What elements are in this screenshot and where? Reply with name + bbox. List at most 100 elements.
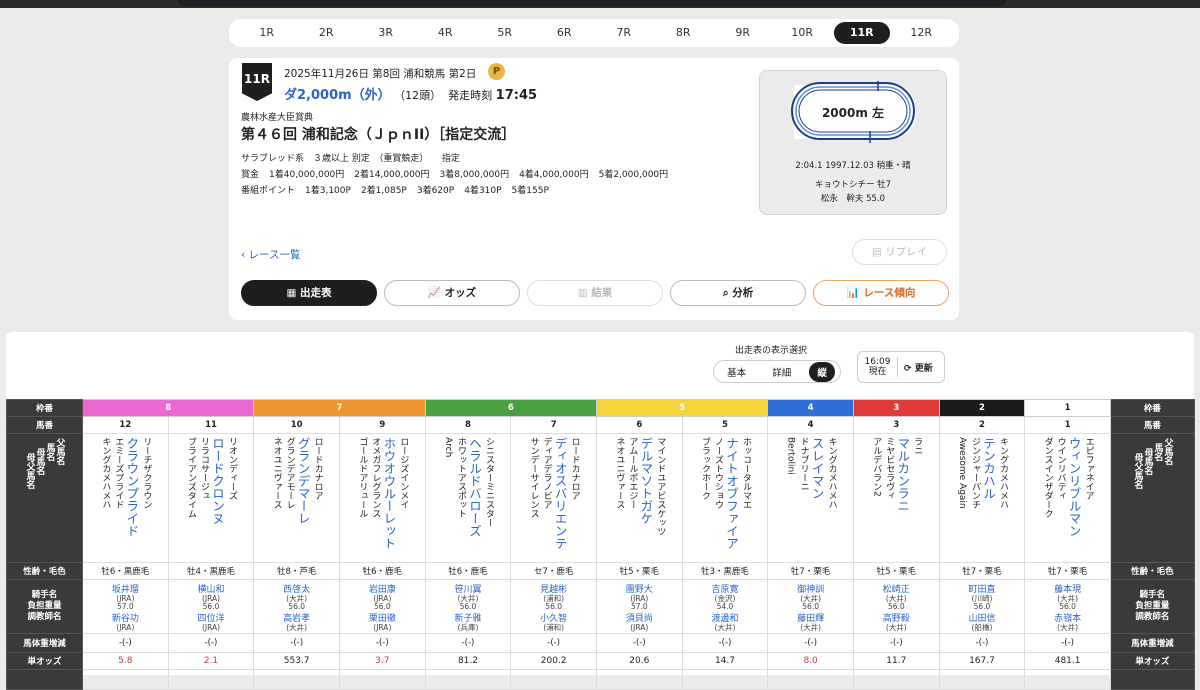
race-tab-10R[interactable]: 10R [774, 22, 830, 44]
race-info-card: 11R 2025年11月26日 第8回 浦和競馬 第2日 P ダ2,000m（外… [229, 58, 959, 320]
damsire-name: ブラックホーク [699, 437, 710, 500]
horse-name-link[interactable]: テンカハル [981, 437, 996, 559]
jockey-cell: 見越彬 (浦和) 56.0 小久智 (浦和) [510, 579, 597, 634]
race-tab-2R[interactable]: 2R [298, 22, 354, 44]
results-button[interactable]: ▥ 結果 [527, 280, 663, 306]
trainer-link[interactable]: 新谷功 [83, 611, 167, 624]
horse-number: 10 [253, 416, 340, 434]
win-odds: 3.7 [338, 652, 426, 670]
race-tab-8R[interactable]: 8R [655, 22, 711, 44]
race-tab-7R[interactable]: 7R [596, 22, 652, 44]
race-tabs: 1R 2R 3R 4R 5R 6R 7R 8R 9R 10R 11R 12R [229, 19, 959, 47]
odds-label: オッズ [444, 287, 477, 299]
body-weight: -(-) [253, 633, 340, 653]
horse-name-link[interactable]: ロードクロンヌ [210, 437, 225, 559]
damsire-name: Arch [442, 437, 453, 458]
trainer-affiliation: (大井) [714, 622, 736, 632]
race-list-link[interactable]: ‹ レース一覧 [241, 247, 301, 262]
jockey-link[interactable]: 團野大 [597, 582, 681, 595]
jockey-link[interactable]: 松崎正 [854, 582, 938, 595]
horse-name-link[interactable]: マルカンラニ [895, 437, 910, 559]
race-tab-1R[interactable]: 1R [239, 22, 295, 44]
win-odds: 2.1 [167, 652, 255, 670]
trainer-link[interactable]: 栗田徹 [340, 611, 424, 624]
dam-name: ノーズトウショウ [712, 437, 723, 509]
odds-header: 単オッズ [1109, 652, 1195, 670]
race-tab-9R[interactable]: 9R [715, 22, 771, 44]
race-tab-4R[interactable]: 4R [417, 22, 473, 44]
replay-button[interactable]: ▤ リプレイ [852, 239, 947, 265]
horse-names-cell: キングカメハメハ テンカハル ジンジャーパンチ Awesome Again [938, 433, 1026, 563]
course-record: 2:04.1 1997.12.03 稍重・晴 [795, 161, 911, 171]
race-tab-3R[interactable]: 3R [358, 22, 414, 44]
jockey-link[interactable]: 笹川翼 [426, 582, 510, 595]
sire-name: マインドユアビスケッツ [655, 437, 666, 536]
entries-button[interactable]: ▦ 出走表 [241, 280, 377, 306]
trainer-link[interactable]: 新子雅 [426, 611, 510, 624]
damsire-name: Bertolini [785, 437, 796, 475]
trainer-link[interactable]: 高野毅 [854, 611, 938, 624]
trainer-link[interactable]: 高岩孝 [255, 611, 339, 624]
horse-name-link[interactable]: ウィンリブルマン [1067, 437, 1082, 559]
jockey-link[interactable]: 西啓太 [255, 582, 339, 595]
race-conditions: サラブレッド系 ３歳以上 別定 （重賞競走） 指定 [241, 154, 460, 164]
view-basic[interactable]: 基本 [719, 362, 754, 382]
jockey-cell: 御神訓 (大井) 56.0 藤田輝 (大井) [767, 579, 854, 634]
view-vertical[interactable]: 縦 [809, 361, 835, 382]
body-weight: -(-) [595, 633, 683, 653]
jockey-link[interactable]: 藤本現 [1026, 582, 1110, 595]
trainer-link[interactable]: 山田信 [940, 611, 1024, 624]
race-trend-button[interactable]: 📊 レース傾向 [813, 280, 949, 306]
trainer-link[interactable]: 小久智 [512, 611, 596, 624]
names-header-line: 母馬名 [34, 448, 45, 475]
jockey-link[interactable]: 見越彬 [512, 582, 596, 595]
refresh-icon: ⟳ [904, 363, 915, 374]
record-horse: キョウトシチー 牡7 [814, 180, 892, 190]
race-tab-12R[interactable]: 12R [893, 22, 949, 44]
horse-name-link[interactable]: デルマソトガケ [638, 437, 653, 559]
race-tab-11R[interactable]: 11R [833, 22, 890, 44]
horse-name-link[interactable]: スレイマン [810, 437, 825, 559]
analysis-button[interactable]: ⌕ 分析 [670, 280, 806, 306]
race-tab-5R[interactable]: 5R [477, 22, 533, 44]
horse-name-link[interactable]: ホウオウルーレット [381, 437, 396, 559]
trainer-link[interactable]: 須貝尚 [597, 611, 681, 624]
race-tab-6R[interactable]: 6R [536, 22, 592, 44]
horse-number: 3 [852, 416, 940, 434]
trainer-link[interactable]: 渡邊和 [683, 611, 767, 624]
horse-number: 1 [1024, 416, 1111, 434]
jockey-link[interactable]: 町田直 [940, 582, 1024, 595]
horse-name-link[interactable]: ナイトオブファイア [724, 437, 739, 559]
sire-name: ラニ [912, 437, 923, 455]
jockey-link[interactable]: 坂井瑠 [83, 582, 167, 595]
horse-name-link[interactable]: ディオスバリエンテ [553, 437, 568, 559]
race-summary: ダ2,000m（外） （12頭） 発走時刻 17:45 [284, 84, 537, 103]
names-header-line: 父馬名 [54, 438, 65, 465]
odds-button[interactable]: 📈 オッズ [384, 280, 520, 306]
trend-icon: 📊 [846, 287, 864, 299]
horse-name-link[interactable]: ヘラルドバローズ [467, 437, 482, 559]
trainer-link[interactable]: 藤田輝 [769, 611, 853, 624]
address-bar[interactable] [178, 0, 1006, 6]
trainer-link[interactable]: 四位洋 [169, 611, 253, 624]
sire-name: リーチザクラウン [141, 437, 152, 509]
refresh-button[interactable]: 16:09 現在 ⟳ 更新 [857, 351, 945, 383]
sex-age-color: 牡8・芦毛 [253, 562, 340, 580]
damsire-name: アルデバラン2 [871, 437, 882, 497]
jockey-link[interactable]: 御神訓 [769, 582, 853, 595]
weight-carried: 56.0 [887, 601, 905, 611]
race-number-badge: 11R [242, 63, 272, 101]
weight-carried: 56.0 [802, 601, 819, 611]
trainer-affiliation: (JRA) [373, 622, 392, 632]
item: 1着3,100P [305, 186, 351, 196]
horse-name-link[interactable]: クラウンプライド [124, 437, 139, 559]
jockey-link[interactable]: 吉原寛 [683, 582, 767, 595]
horse-name-link[interactable]: グランデマーレ [296, 437, 311, 559]
jockey-link[interactable]: 岩田康 [340, 582, 424, 595]
jockey-link[interactable]: 横山和 [169, 582, 253, 595]
race-nav-buttons: ▦ 出走表 📈 オッズ ▥ 結果 ⌕ 分析 📊 レース傾向 [241, 280, 949, 306]
trainer-link[interactable]: 赤嶺本 [1026, 611, 1110, 624]
view-detail[interactable]: 詳細 [764, 362, 799, 382]
jockey-cell: 松崎正 (大井) 56.0 高野毅 (大井) [852, 579, 940, 634]
win-odds: 20.6 [595, 652, 683, 670]
